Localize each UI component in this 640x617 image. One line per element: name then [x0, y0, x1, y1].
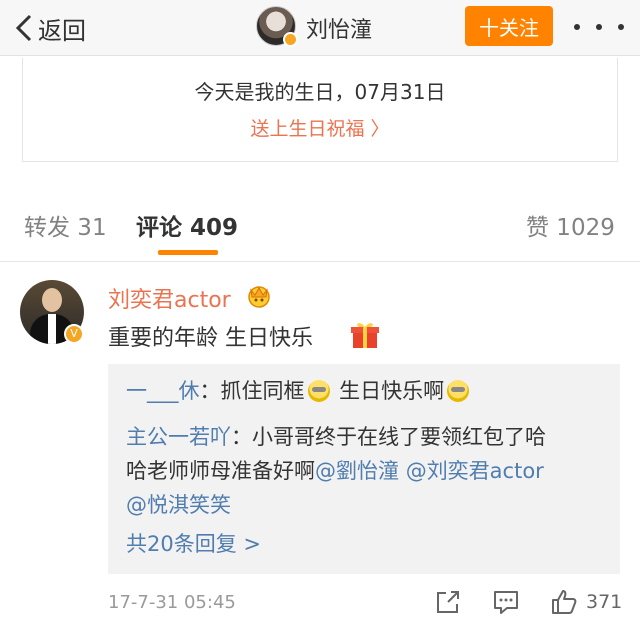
reply-user[interactable]: 主公一若吖	[126, 425, 231, 449]
post-tabs: 转发 31 评论 409 赞 1029	[0, 186, 640, 262]
reply-item-continued: 哈老师师母准备好啊@劉怡潼 @刘奕君actor	[126, 459, 544, 483]
mention-link[interactable]: @劉怡潼	[315, 459, 399, 483]
reply-user[interactable]: 一___休	[126, 379, 200, 403]
share-icon[interactable]	[434, 588, 462, 616]
verified-badge-icon: V	[64, 324, 84, 344]
minion-emoji-icon	[307, 380, 330, 402]
comment-text: 重要的年龄 生日快乐	[108, 326, 313, 351]
tab-repost[interactable]: 转发 31	[24, 208, 107, 242]
mention-link[interactable]: @悦淇笑笑	[126, 493, 231, 517]
verified-badge-icon	[283, 32, 298, 47]
minion-emoji-icon	[447, 380, 470, 402]
active-tab-indicator	[158, 250, 218, 255]
reply-box: 一___休：抓住同框 生日快乐啊 主公一若吖：小哥哥终于在线了要领红包了哈 哈老…	[108, 364, 620, 574]
gift-emoji-icon	[351, 323, 379, 348]
comment-timestamp: 17-7-31 05:45	[108, 592, 236, 613]
reply-item: 一___休：抓住同框 生日快乐啊	[126, 374, 472, 408]
birthday-card: 今天是我的生日，07月31日 送上生日祝福 〉	[22, 58, 618, 162]
thumbs-up-icon[interactable]	[550, 588, 578, 616]
send-birthday-wishes-link[interactable]: 送上生日祝福 〉	[23, 114, 617, 141]
mention-link[interactable]: @刘奕君actor	[406, 459, 544, 483]
top-nav-bar: 返回 刘怡潼 十关注	[0, 0, 640, 56]
tab-likes[interactable]: 赞 1029	[526, 208, 615, 242]
follow-button[interactable]: 十关注	[465, 6, 553, 46]
back-button[interactable]: 返回	[14, 8, 86, 48]
reply-comment-icon[interactable]	[492, 588, 520, 616]
view-all-replies-link[interactable]: 共20条回复 >	[126, 528, 261, 558]
tab-comments[interactable]: 评论 409	[136, 208, 238, 242]
reply-item: 主公一若吖：小哥哥终于在线了要领红包了哈	[126, 425, 546, 449]
birthday-text: 今天是我的生日，07月31日	[194, 80, 446, 104]
chevron-left-icon	[15, 14, 32, 42]
commenter-name[interactable]: 刘奕君actor	[108, 282, 231, 314]
crown-badge-icon	[248, 286, 270, 308]
like-count: 371	[586, 591, 623, 613]
back-label: 返回	[38, 16, 86, 45]
more-options-icon[interactable]	[574, 12, 624, 42]
profile-name[interactable]: 刘怡潼	[306, 12, 372, 44]
reply-item-continued: @悦淇笑笑	[126, 488, 231, 522]
